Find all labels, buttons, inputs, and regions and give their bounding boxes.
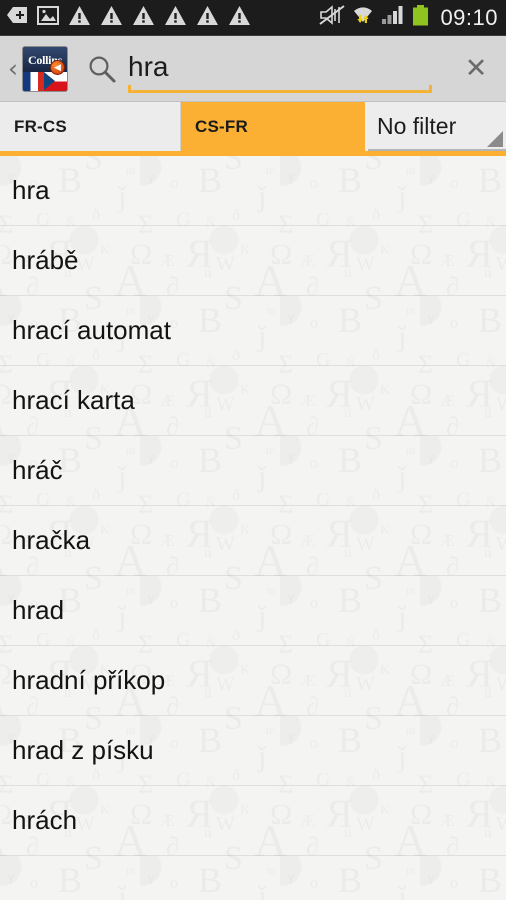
back-chevron-icon[interactable]: ‹ [4, 56, 22, 81]
results-list[interactable]: A∂ūSǰγoBΣGŇðΩЯKÆWmA∂ūSǰγoBΣGŇðΩЯKÆWmA∂ūS… [0, 156, 506, 900]
status-bar-clock: 09:10 [440, 4, 498, 30]
download-arrow-icon [6, 5, 28, 30]
collins-dictionary-icon[interactable]: Collins ◀ [22, 45, 68, 92]
chevron-down-icon [487, 131, 503, 147]
filter-dropdown-label: No filter [377, 113, 457, 139]
search-icon [76, 54, 128, 84]
list-item[interactable]: hra [0, 156, 506, 226]
list-item-label: hráč [12, 455, 63, 485]
wifi-icon [352, 5, 374, 31]
list-item[interactable]: hradní příkop [0, 646, 506, 716]
battery-icon [412, 4, 429, 31]
warning-icon-5 [196, 5, 219, 31]
results-rows: hra hrábě hrací automat hrací karta hráč hrač… [0, 156, 506, 856]
signal-icon [381, 5, 405, 30]
warning-icon-2 [100, 5, 123, 31]
list-item-label: hračka [12, 525, 91, 555]
warning-icon-6 [228, 5, 251, 31]
list-item-label: hrad z písku [12, 735, 154, 765]
tab-fr-cs-label: FR-CS [14, 116, 67, 136]
french-flag-icon [23, 71, 46, 91]
status-bar-system: 09:10 [319, 4, 498, 31]
speaker-badge-icon: ◀ [50, 59, 65, 75]
list-item-label: hra [12, 175, 50, 205]
list-item-label: hrách [12, 805, 78, 835]
status-bar-notifications [6, 5, 319, 31]
image-icon [37, 5, 59, 30]
list-item[interactable]: hrad [0, 576, 506, 646]
list-item-label: hrací karta [12, 385, 135, 415]
list-item[interactable]: hráč [0, 436, 506, 506]
list-item[interactable]: hrací karta [0, 366, 506, 436]
tab-bar: FR-CS CS-FR No filter [0, 102, 506, 156]
warning-icon-4 [164, 5, 187, 31]
tab-cs-fr-label: CS-FR [195, 116, 248, 136]
search-input-underline [128, 84, 432, 93]
filter-dropdown[interactable]: No filter [362, 102, 506, 151]
list-item[interactable]: hrábě [0, 226, 506, 296]
warning-icon-1 [68, 5, 91, 31]
search-bar: ‹ Collins ◀ hra ✕ [0, 36, 506, 102]
list-item-label: hradní příkop [12, 665, 166, 695]
tab-cs-fr[interactable]: CS-FR [181, 102, 362, 151]
search-input-value: hra [128, 50, 169, 82]
list-item-label: hrábě [12, 245, 79, 275]
warning-icon-3 [132, 5, 155, 31]
mute-icon [319, 5, 346, 30]
list-item-label: hrad [12, 595, 65, 625]
list-item[interactable]: hrad z písku [0, 716, 506, 786]
tab-fr-cs[interactable]: FR-CS [0, 102, 181, 151]
list-item[interactable]: hračka [0, 506, 506, 576]
app-root: 09:10 ‹ Collins ◀ hra ✕ FR-CS CS-FR No f… [0, 0, 506, 900]
list-item-label: hrací automat [12, 315, 171, 345]
list-item[interactable]: hrací automat [0, 296, 506, 366]
clear-search-button[interactable]: ✕ [446, 43, 506, 95]
list-item[interactable]: hrách [0, 786, 506, 856]
search-input[interactable]: hra [128, 43, 446, 95]
status-bar: 09:10 [0, 0, 506, 36]
